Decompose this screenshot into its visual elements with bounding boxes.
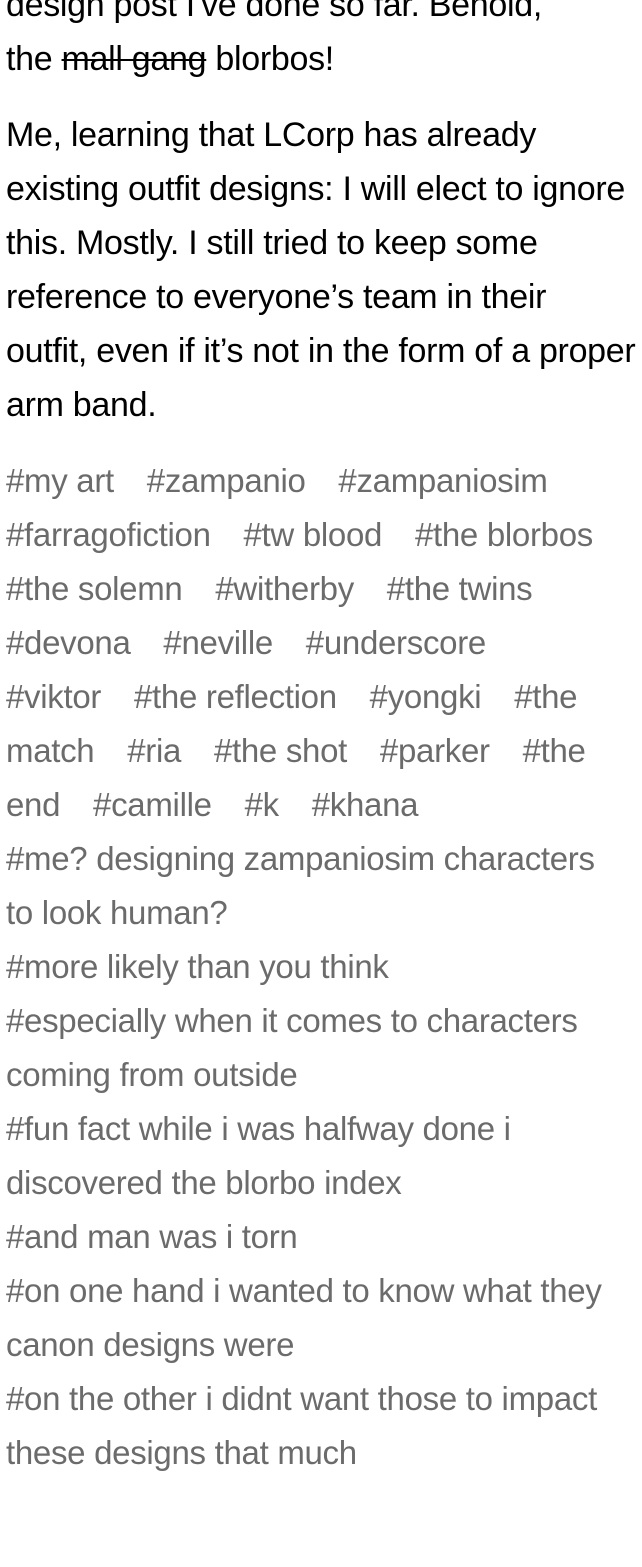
tag-link[interactable]: #on the other i didnt want those to impa… [6, 1372, 612, 1480]
tag-link[interactable]: #the shot [214, 732, 347, 769]
paragraph-1-before-strike: the [6, 40, 62, 78]
tag-link[interactable]: #underscore [306, 624, 486, 661]
tag-link[interactable]: #zampanio [147, 462, 306, 499]
tag-link[interactable]: #devona [6, 624, 131, 661]
paragraph-1-line-1: design post I've done so far. Behold, [6, 0, 542, 24]
tag-link[interactable]: #on one hand i wanted to know what they … [6, 1264, 612, 1372]
tag-link[interactable]: #the reflection [134, 678, 337, 715]
tag-link[interactable]: #neville [163, 624, 273, 661]
tag-link[interactable]: #fun fact while i was halfway done i dis… [6, 1102, 612, 1210]
tag-link[interactable]: #my art [6, 462, 114, 499]
post-content: design post I've done so far. Behold, the… [6, 0, 636, 1480]
tag-link[interactable]: #more likely than you think [6, 940, 612, 994]
post-paragraph-1: design post I've done so far. Behold, the… [6, 0, 636, 86]
post-tags: #my art #zampanio #zampaniosim #farragof… [6, 454, 636, 1480]
tag-link[interactable]: #zampaniosim [338, 462, 547, 499]
tag-link[interactable]: #viktor [6, 678, 101, 715]
tag-link[interactable]: #me? designing zampaniosim characters to… [6, 832, 612, 940]
tag-link[interactable]: #witherby [215, 570, 354, 607]
tag-link[interactable]: #and man was i torn [6, 1210, 612, 1264]
tag-link[interactable]: #tw blood [244, 516, 383, 553]
tag-link[interactable]: #yongki [370, 678, 482, 715]
tag-link[interactable]: #the solemn [6, 570, 183, 607]
post-paragraph-2: Me, learning that LCorp has already exis… [6, 116, 636, 424]
strikethrough-text: mall gang [61, 40, 207, 78]
tag-link[interactable]: #farragofiction [6, 516, 211, 553]
tag-link[interactable]: #the twins [387, 570, 533, 607]
tag-link[interactable]: #camille [93, 786, 212, 823]
tag-link[interactable]: #ria [127, 732, 181, 769]
tag-link[interactable]: #especially when it comes to characters … [6, 994, 612, 1102]
tag-link[interactable]: #k [245, 786, 280, 823]
post-body: design post I've done so far. Behold, the… [6, 0, 636, 432]
paragraph-1-after-strike: blorbos! [206, 40, 334, 78]
tag-link[interactable]: #parker [380, 732, 490, 769]
tag-link[interactable]: #khana [312, 786, 419, 823]
tag-link[interactable]: #the blorbos [415, 516, 593, 553]
